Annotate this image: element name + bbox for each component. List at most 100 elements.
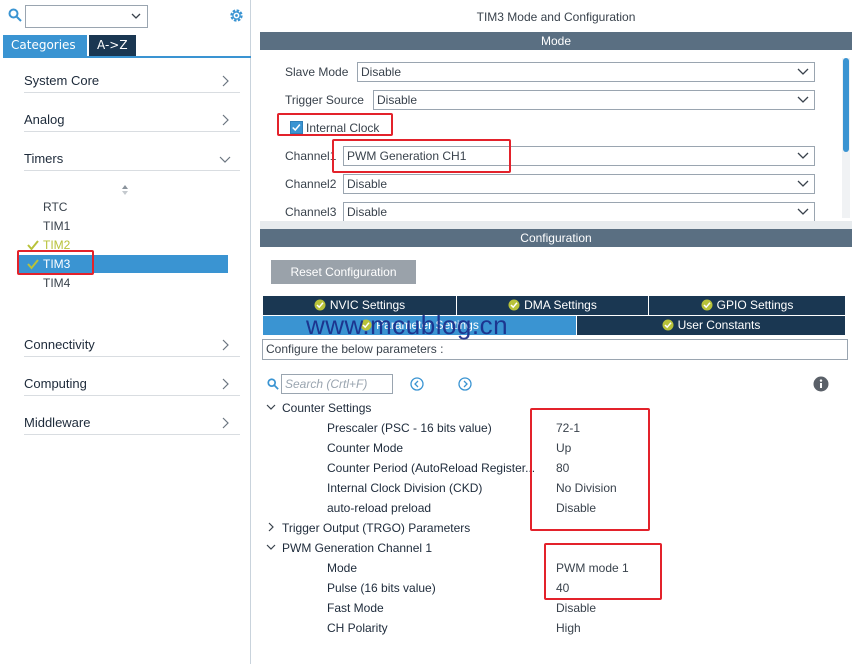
configure-hint: Configure the below parameters : [262, 339, 848, 360]
slave-mode-select[interactable]: Disable [357, 62, 815, 82]
chevron-right-icon [222, 378, 229, 390]
group-trgo-parameters[interactable]: Trigger Output (TRGO) Parameters [266, 521, 470, 539]
category-label: System Core [24, 73, 100, 88]
category-search-combo[interactable] [25, 5, 148, 28]
parameter-name: CH Polarity [327, 621, 388, 635]
info-icon[interactable] [813, 376, 829, 392]
chevron-down-icon [797, 208, 809, 215]
search-icon[interactable] [8, 8, 22, 22]
group-label: PWM Generation Channel 1 [282, 541, 433, 555]
chevron-right-icon [222, 339, 229, 351]
trigger-source-select[interactable]: Disable [373, 90, 815, 110]
highlight-box-channel1 [332, 139, 511, 173]
tab-gpio-settings[interactable]: GPIO Settings [649, 296, 845, 315]
trigger-source-label: Trigger Source [285, 93, 364, 107]
category-label: Computing [24, 376, 87, 391]
slave-mode-row: Slave Mode Disable [285, 62, 825, 82]
chevron-down-icon [131, 13, 141, 19]
group-label: Counter Settings [282, 401, 372, 415]
mode-section-bar: Mode [260, 32, 852, 50]
chevron-down-icon [266, 404, 276, 410]
highlight-box-pwm-values [544, 543, 662, 600]
channel3-label: Channel3 [285, 205, 337, 219]
category-timers[interactable]: Timers [24, 147, 240, 171]
trigger-source-value: Disable [377, 93, 418, 107]
reset-configuration-button[interactable]: Reset Configuration [271, 260, 416, 284]
tree-item-rtc[interactable]: RTC [43, 200, 67, 214]
tab-label: User Constants [677, 318, 761, 332]
parameter-name: Mode [327, 561, 358, 575]
gear-icon[interactable] [228, 7, 245, 24]
highlight-box-internal-clock [277, 113, 393, 136]
channel1-label: Channel1 [285, 149, 337, 163]
category-computing[interactable]: Computing [24, 372, 240, 396]
category-system-core[interactable]: System Core [24, 69, 240, 93]
slave-mode-value: Disable [361, 65, 402, 79]
tab-user-constants[interactable]: User Constants [577, 316, 845, 335]
chevron-down-icon [219, 156, 231, 163]
prev-icon[interactable] [410, 377, 424, 391]
check-circle-icon [508, 299, 520, 311]
group-counter-settings[interactable]: Counter Settings [266, 401, 371, 419]
channel3-value: Disable [347, 205, 388, 219]
chevron-right-icon [268, 522, 274, 532]
tree-item-tim4[interactable]: TIM4 [43, 276, 70, 290]
category-middleware[interactable]: Middleware [24, 411, 240, 435]
parameter-value[interactable]: High [556, 621, 581, 635]
panel-title: TIM3 Mode and Configuration [476, 10, 636, 24]
channel2-value: Disable [347, 177, 388, 191]
parameter-search-input[interactable]: Search (Crtl+F) [281, 374, 393, 394]
chevron-right-icon [222, 114, 229, 126]
tree-item-tim1[interactable]: TIM1 [43, 219, 70, 233]
parameter-value[interactable]: Disable [556, 601, 596, 615]
category-analog[interactable]: Analog [24, 108, 240, 132]
category-label: Analog [24, 112, 65, 127]
tab-a-z[interactable]: A->Z [89, 35, 136, 56]
parameter-name: auto-reload preload [327, 501, 432, 515]
category-label: Timers [24, 151, 64, 166]
channel2-label: Channel2 [285, 177, 337, 191]
search-icon [267, 378, 279, 390]
configuration-section-bar: Configuration [260, 229, 852, 247]
parameter-row[interactable]: Fast Mode Disable [327, 601, 827, 619]
highlight-box-tim3 [17, 250, 94, 275]
channel3-select[interactable]: Disable [343, 202, 815, 222]
parameter-name: Counter Mode [327, 441, 404, 455]
slave-mode-label: Slave Mode [285, 65, 349, 79]
parameter-name: Pulse (16 bits value) [327, 581, 436, 595]
categories-panel: Categories A->Z System Core Analog Timer… [0, 0, 251, 664]
chevron-down-icon [797, 180, 809, 187]
group-pwm-channel-1[interactable]: PWM Generation Channel 1 [266, 541, 432, 559]
tab-label: DMA Settings [524, 298, 597, 312]
category-label: Connectivity [24, 337, 95, 352]
group-label: Trigger Output (TRGO) Parameters [282, 521, 471, 535]
sort-icon[interactable] [120, 184, 130, 196]
watermark-text: www.mcublog.cn [306, 310, 509, 340]
chevron-down-icon [797, 96, 809, 103]
section-divider [260, 221, 852, 229]
trigger-source-row: Trigger Source Disable [285, 90, 825, 110]
tab-label: GPIO Settings [716, 298, 794, 312]
mode-config-panel: TIM3 Mode and Configuration Mode Slave M… [252, 0, 852, 664]
parameter-name: Internal Clock Division (CKD) [327, 481, 483, 495]
parameter-row[interactable]: CH Polarity High [327, 621, 827, 639]
mode-scrollbar-thumb[interactable] [843, 58, 849, 152]
channel3-row: Channel3 Disable [285, 202, 825, 222]
chevron-down-icon [797, 68, 809, 75]
parameter-name: Fast Mode [327, 601, 384, 615]
parameter-name: Counter Period (AutoReload Register... [327, 461, 536, 475]
channel2-row: Channel2 Disable [285, 174, 825, 194]
chevron-right-icon [222, 75, 229, 87]
category-label: Middleware [24, 415, 91, 430]
chevron-right-icon [222, 417, 229, 429]
check-circle-icon [701, 299, 713, 311]
check-circle-icon [662, 319, 674, 331]
category-view-tabs: Categories A->Z [3, 35, 136, 56]
parameter-name: Prescaler (PSC - 16 bits value) [327, 421, 492, 435]
mode-section: Slave Mode Disable Trigger Source Disabl… [260, 52, 852, 222]
channel2-select[interactable]: Disable [343, 174, 815, 194]
next-icon[interactable] [458, 377, 472, 391]
tab-categories[interactable]: Categories [3, 35, 87, 56]
category-connectivity[interactable]: Connectivity [24, 333, 240, 357]
chevron-down-icon [797, 152, 809, 159]
